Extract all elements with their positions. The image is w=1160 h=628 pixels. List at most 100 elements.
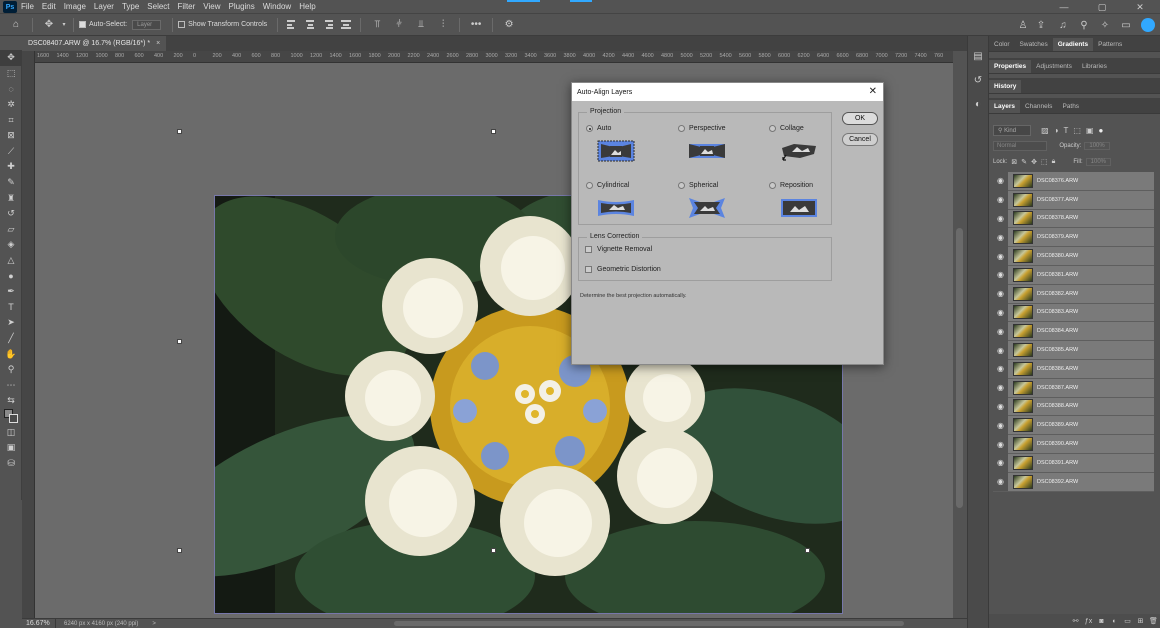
radio-cylindrical[interactable]: Cylindrical <box>586 182 629 189</box>
line-tool-icon[interactable]: ╱ <box>0 331 22 347</box>
eye-icon[interactable]: ◉ <box>993 378 1008 398</box>
vignette-removal-option[interactable]: Vignette Removal <box>585 246 652 253</box>
screen-mode-icon[interactable]: ▣ <box>0 440 22 456</box>
tab-gradients[interactable]: Gradients <box>1052 38 1094 51</box>
radio-cylindrical-dot[interactable] <box>586 182 593 189</box>
eye-icon[interactable]: ◉ <box>993 453 1008 473</box>
layer-row[interactable]: ◉ DSC08391.ARW <box>993 453 1154 473</box>
perspective-projection-icon[interactable] <box>688 140 726 162</box>
trash-icon[interactable]: 🗑︎ <box>1147 617 1160 625</box>
tab-libraries[interactable]: Libraries <box>1077 60 1112 73</box>
menu-plugins[interactable]: Plugins <box>229 2 255 11</box>
align-left-icon[interactable] <box>287 20 297 29</box>
generative-icon[interactable]: ⛁ <box>0 455 22 471</box>
status-menu-arrow[interactable]: > <box>152 621 156 627</box>
gear-icon[interactable]: ⚙ <box>501 17 517 33</box>
cylindrical-projection-icon[interactable] <box>597 197 635 219</box>
eye-icon[interactable]: ◉ <box>993 321 1008 341</box>
paint-bucket-icon[interactable]: ◈ <box>0 237 22 253</box>
menu-file[interactable]: File <box>21 2 34 11</box>
menu-window[interactable]: Window <box>263 2 291 11</box>
radio-reposition-dot[interactable] <box>769 182 776 189</box>
dodge-tool-icon[interactable]: ● <box>0 268 22 284</box>
filter-smart-icon[interactable]: ▣ <box>1086 126 1094 135</box>
transform-handle[interactable] <box>805 548 810 553</box>
layer-row[interactable]: ◉ DSC08384.ARW <box>993 321 1154 342</box>
adjustment-layer-icon[interactable]: ◐ <box>1108 618 1121 625</box>
radio-collage[interactable]: Collage <box>769 125 804 132</box>
tab-history[interactable]: History <box>989 80 1022 93</box>
layer-row[interactable]: ◉ DSC08381.ARW <box>993 265 1154 285</box>
layer-row[interactable]: ◉ DSC08385.ARW <box>993 340 1154 360</box>
transform-handle[interactable] <box>177 548 182 553</box>
eye-icon[interactable]: ◉ <box>993 209 1008 228</box>
close-icon[interactable]: × <box>156 40 160 47</box>
tab-color[interactable]: Color <box>989 38 1015 51</box>
document-tab[interactable]: DSC08407.ARW @ 16.7% (RGB/16*) * × <box>22 36 167 51</box>
eye-icon[interactable]: ◉ <box>993 434 1008 454</box>
workspace-icon[interactable]: ▭ <box>1118 17 1134 33</box>
transform-handle[interactable] <box>177 129 182 134</box>
marquee-tool-icon[interactable]: ⬚ <box>0 66 22 82</box>
transform-handle[interactable] <box>491 129 496 134</box>
tab-channels[interactable]: Channels <box>1020 100 1057 113</box>
menu-edit[interactable]: Edit <box>42 2 56 11</box>
align-center-h-icon[interactable] <box>305 20 315 29</box>
eye-icon[interactable]: ◉ <box>993 190 1008 210</box>
lock-pixels-icon[interactable]: ✎ <box>1021 158 1027 166</box>
close-icon[interactable]: ✕ <box>869 86 877 97</box>
tab-layers[interactable]: Layers <box>989 100 1020 113</box>
vignette-removal-checkbox[interactable] <box>585 246 592 253</box>
eye-icon[interactable]: ◉ <box>993 246 1008 266</box>
layer-row[interactable]: ◉ DSC08388.ARW <box>993 397 1154 417</box>
search-icon[interactable]: ⚲ <box>1076 17 1092 33</box>
minimize-button[interactable]: — <box>1044 0 1084 14</box>
radio-spherical[interactable]: Spherical <box>678 182 718 189</box>
collage-projection-icon[interactable] <box>780 140 818 162</box>
filter-shape-icon[interactable]: ⬚ <box>1073 126 1081 135</box>
eye-icon[interactable]: ◉ <box>993 472 1008 492</box>
layer-row[interactable]: ◉ DSC08389.ARW <box>993 415 1154 436</box>
pen-tool-icon[interactable]: ✒ <box>0 284 22 300</box>
magic-wand-icon[interactable]: ✲ <box>0 97 22 113</box>
quick-mask-icon[interactable]: ◫ <box>0 424 22 440</box>
layer-row[interactable]: ◉ DSC08377.ARW <box>993 190 1154 210</box>
healing-brush-icon[interactable]: ✚ <box>0 159 22 175</box>
layer-link-icon[interactable]: ⚯ <box>1069 617 1082 625</box>
lightbulb-icon[interactable]: ✧ <box>1097 17 1113 33</box>
filter-toggle-icon[interactable]: ● <box>1099 126 1104 135</box>
chevron-down-icon[interactable]: ▾ <box>60 17 68 33</box>
zoom-tool-icon[interactable]: ⚲ <box>0 362 22 378</box>
layer-row[interactable]: ◉ DSC08386.ARW <box>993 359 1154 379</box>
account-icon[interactable]: ♙ <box>1015 17 1031 33</box>
brush-tool-icon[interactable]: ✎ <box>0 175 22 191</box>
radio-auto-dot[interactable] <box>586 125 593 132</box>
eye-icon[interactable]: ◉ <box>993 340 1008 360</box>
filter-pixel-icon[interactable]: ▨ <box>1041 126 1049 135</box>
adjustments-icon[interactable]: ◐ <box>968 94 988 114</box>
zoom-level[interactable]: 16.67% <box>22 618 56 628</box>
cancel-button[interactable]: Cancel <box>842 133 878 146</box>
layer-row[interactable]: ◉ DSC08378.ARW <box>993 209 1154 229</box>
layer-row[interactable]: ◉ DSC08383.ARW <box>993 303 1154 323</box>
menu-image[interactable]: Image <box>64 2 86 11</box>
eye-icon[interactable]: ◉ <box>993 359 1008 379</box>
menu-view[interactable]: View <box>203 2 220 11</box>
tab-swatches[interactable]: Swatches <box>1015 38 1053 51</box>
move-tool-icon[interactable]: ✥ <box>0 50 22 66</box>
filter-type-icon[interactable]: T <box>1063 126 1068 135</box>
history-brush-icon[interactable]: ↺ <box>0 206 22 222</box>
avatar[interactable] <box>1141 18 1155 32</box>
bell-icon[interactable]: ♫ <box>1055 17 1071 33</box>
blend-mode-dropdown[interactable]: Normal <box>993 141 1048 151</box>
transform-handle[interactable] <box>177 339 182 344</box>
lock-transparent-icon[interactable]: ⊠ <box>1011 158 1017 166</box>
more-tools-icon[interactable]: ⋯ <box>0 377 22 393</box>
align-middle-v-icon[interactable]: ⫩ <box>391 17 407 33</box>
radio-perspective[interactable]: Perspective <box>678 125 726 132</box>
color-swatches[interactable] <box>0 409 22 425</box>
history-icon[interactable]: ↺ <box>968 70 988 90</box>
group-layers-icon[interactable]: ▭ <box>1121 617 1134 625</box>
vertical-scrollbar[interactable] <box>953 63 967 618</box>
radio-auto[interactable]: Auto <box>586 125 611 132</box>
